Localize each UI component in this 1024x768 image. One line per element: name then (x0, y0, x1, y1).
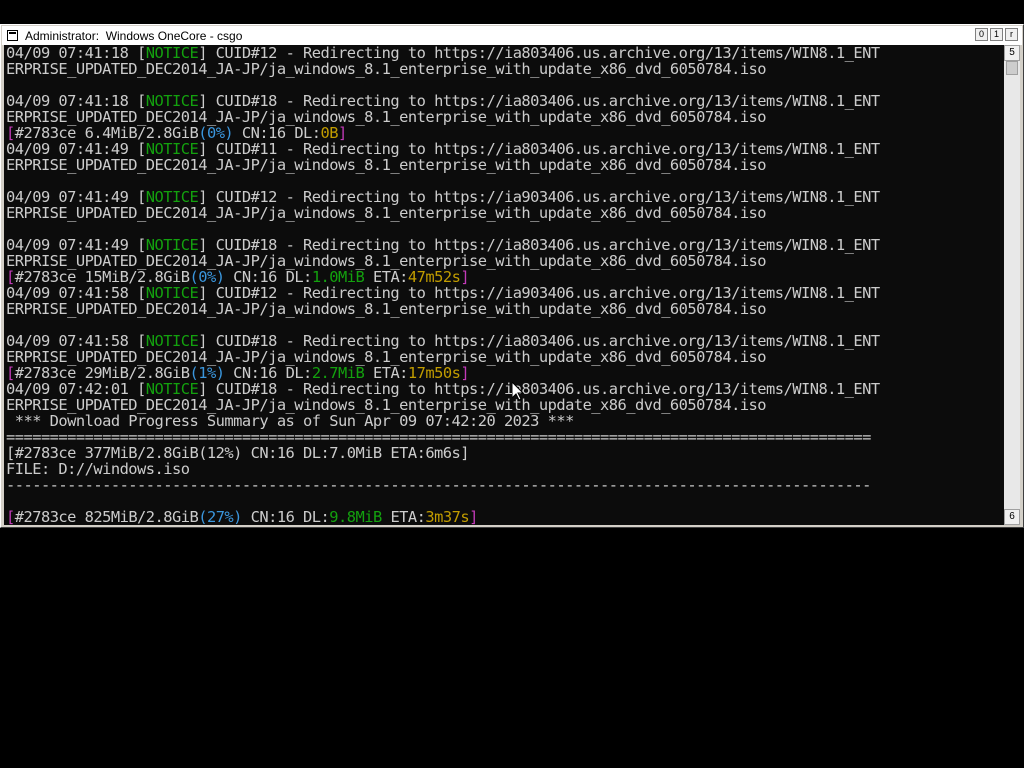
mouse-pointer-icon (512, 382, 524, 401)
console-text-segment: ERPRISE_UPDATED_DEC2014_JA-JP/ja_windows… (6, 60, 767, 78)
console-app-icon[interactable] (7, 30, 18, 41)
console-line: FILE: D://windows.iso (4, 461, 1004, 477)
console-line: [#2783ce 15MiB/2.8GiB(0%) CN:16 DL:1.0Mi… (4, 269, 1004, 285)
window-title: Administrator: Windows OneCore - csgo (25, 28, 243, 43)
console-line: ERPRISE_UPDATED_DEC2014_JA-JP/ja_windows… (4, 205, 1004, 221)
console-line: ========================================… (4, 429, 1004, 445)
console-line: [#2783ce 825MiB/2.8GiB(27%) CN:16 DL:9.8… (4, 509, 1004, 525)
maximize-button[interactable]: 1 (990, 28, 1003, 41)
console-line: ERPRISE_UPDATED_DEC2014_JA-JP/ja_windows… (4, 61, 1004, 77)
window-controls: 0 1 r (975, 28, 1018, 41)
console-line: 04/09 07:41:49 [NOTICE] CUID#18 - Redire… (4, 237, 1004, 253)
close-button[interactable]: r (1005, 28, 1018, 41)
console-text-segment: #2783ce 825MiB/2.8GiB (14, 508, 199, 525)
console-line: [#2783ce 29MiB/2.8GiB(1%) CN:16 DL:2.7Mi… (4, 365, 1004, 381)
console-line: [#2783ce 6.4MiB/2.8GiB(0%) CN:16 DL:0B] (4, 125, 1004, 141)
console-text-segment: ----------------------------------------… (6, 476, 871, 494)
console-line: 04/09 07:41:49 [NOTICE] CUID#11 - Redire… (4, 141, 1004, 157)
console-text-segment: 3m37s (425, 508, 470, 525)
console-text-segment: 9.8MiB (329, 508, 382, 525)
console-line: [#2783ce 377MiB/2.8GiB(12%) CN:16 DL:7.0… (4, 445, 1004, 461)
console-line: ERPRISE_UPDATED_DEC2014_JA-JP/ja_windows… (4, 397, 1004, 413)
vertical-scrollbar[interactable]: 5 6 (1004, 45, 1020, 525)
console-line: ERPRISE_UPDATED_DEC2014_JA-JP/ja_windows… (4, 301, 1004, 317)
console-text-segment: [ (6, 508, 15, 525)
console-line: ----------------------------------------… (4, 477, 1004, 493)
console-text-segment: ] (469, 508, 478, 525)
console-line: ERPRISE_UPDATED_DEC2014_JA-JP/ja_windows… (4, 253, 1004, 269)
console-line: ERPRISE_UPDATED_DEC2014_JA-JP/ja_windows… (4, 349, 1004, 365)
console-line: 04/09 07:41:58 [NOTICE] CUID#12 - Redire… (4, 285, 1004, 301)
console-text-segment: ERPRISE_UPDATED_DEC2014_JA-JP/ja_windows… (6, 300, 767, 318)
console-text-segment: (27%) (198, 508, 242, 525)
console-output[interactable]: 04/09 07:41:18 [NOTICE] CUID#12 - Redire… (4, 45, 1004, 525)
console-line: *** Download Progress Summary as of Sun … (4, 413, 1004, 429)
console-line: 04/09 07:41:49 [NOTICE] CUID#12 - Redire… (4, 189, 1004, 205)
console-text-segment: ERPRISE_UPDATED_DEC2014_JA-JP/ja_windows… (6, 156, 767, 174)
console-line: 04/09 07:42:01 [NOTICE] CUID#18 - Redire… (4, 381, 1004, 397)
console-line: ERPRISE_UPDATED_DEC2014_JA-JP/ja_windows… (4, 109, 1004, 125)
console-line: 04/09 07:41:18 [NOTICE] CUID#12 - Redire… (4, 45, 1004, 61)
console-line: 04/09 07:41:18 [NOTICE] CUID#18 - Redire… (4, 93, 1004, 109)
console-window: Administrator: Windows OneCore - csgo 0 … (0, 24, 1024, 528)
console-line: ERPRISE_UPDATED_DEC2014_JA-JP/ja_windows… (4, 157, 1004, 173)
title-bar[interactable]: Administrator: Windows OneCore - csgo 0 … (2, 26, 1022, 45)
minimize-button[interactable]: 0 (975, 28, 988, 41)
console-text-segment: CN:16 DL: (241, 508, 330, 525)
scroll-thumb[interactable] (1006, 61, 1018, 75)
console-text-segment: ETA: (381, 508, 426, 525)
scroll-down-button[interactable]: 6 (1004, 509, 1020, 525)
scroll-up-button[interactable]: 5 (1004, 45, 1020, 61)
console-line: 04/09 07:41:58 [NOTICE] CUID#18 - Redire… (4, 333, 1004, 349)
console-text-segment: ERPRISE_UPDATED_DEC2014_JA-JP/ja_windows… (6, 204, 767, 222)
